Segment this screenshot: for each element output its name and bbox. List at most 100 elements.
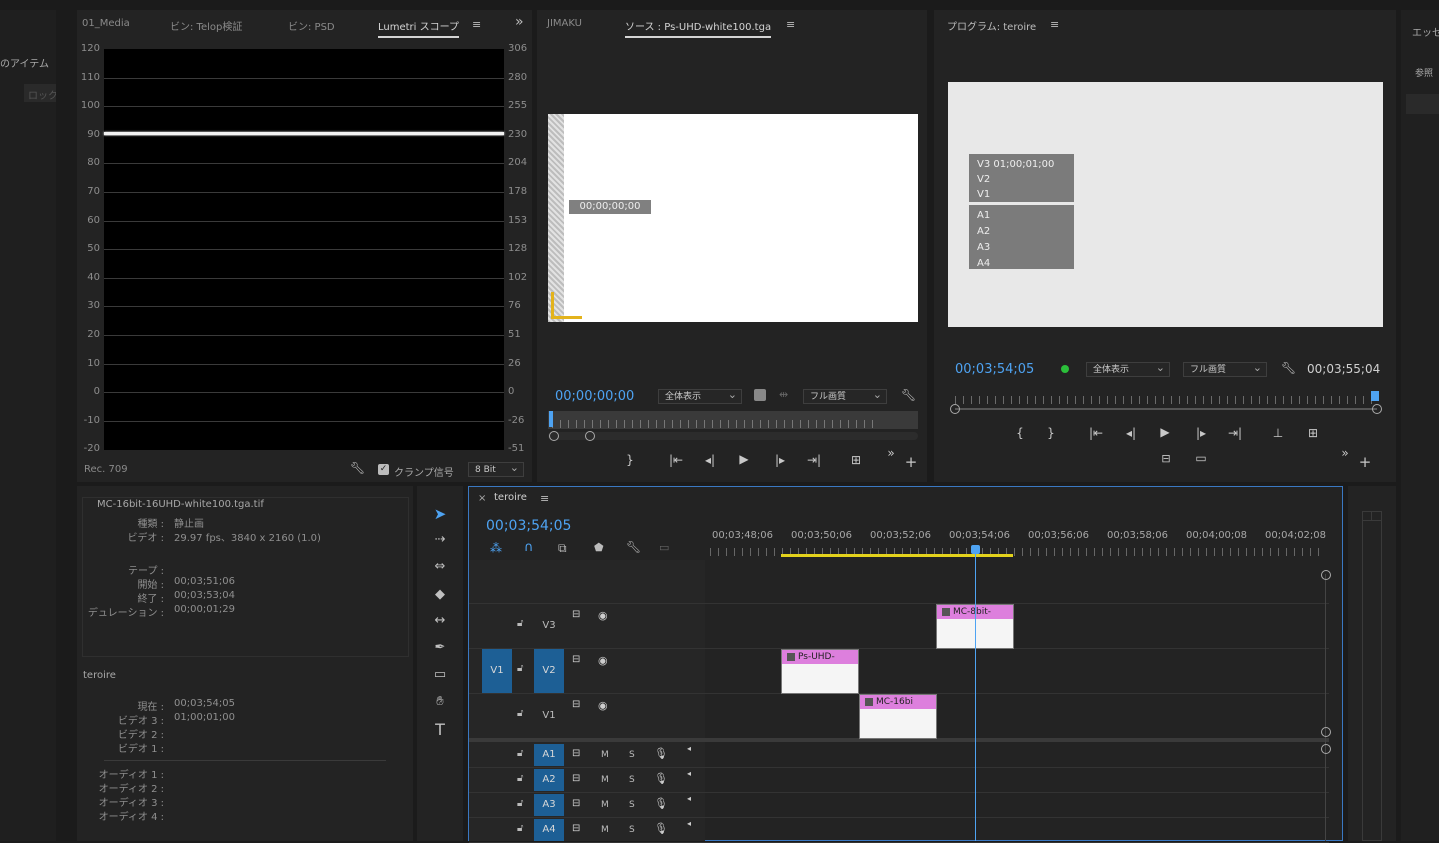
solo-button[interactable]: S [629,775,635,785]
vertical-scrollbar[interactable] [1325,574,1326,841]
add-marker-icon[interactable]: ⬟ [594,541,604,554]
mark-out-icon[interactable]: } [621,453,639,467]
goto-in-icon[interactable]: |⇤ [667,453,685,467]
program-menu-icon[interactable]: ≡ [1050,18,1059,31]
hand-tool-icon[interactable]: ✋︎ [430,694,450,709]
timeline-timecode[interactable]: 00;03;54;05 [486,518,571,534]
source-zoom-bar[interactable] [548,432,918,440]
track-target-v1[interactable]: V1 [534,694,564,738]
sync-lock-icon[interactable]: ⊟ [572,699,580,710]
timeline-close-icon[interactable]: × [478,493,486,504]
track-expand-icon[interactable]: ◂ [687,794,691,803]
track-target-a3[interactable]: A3 [534,794,564,816]
tab-01-media[interactable]: 01_Media [82,18,130,29]
eye-icon[interactable]: ◉ [598,699,608,712]
solo-button[interactable]: S [629,825,635,835]
pen-tool-icon[interactable]: ✒ [430,640,450,655]
track-target-v3[interactable]: V3 [534,604,564,648]
program-goto-out-icon[interactable]: ⇥| [1226,426,1244,440]
clip-mc-16bit[interactable]: MC-16bi [859,694,937,739]
program-zoom-bar[interactable] [955,408,1377,410]
nest-icon[interactable]: ⁂ [490,541,502,555]
program-step-back-icon[interactable]: ◂| [1122,426,1140,440]
slip-tool-icon[interactable]: ↔ [430,613,450,628]
play-icon[interactable]: ▶ [735,452,753,466]
source-zoom-dropdown[interactable]: 全体表示 [658,387,742,404]
sync-lock-icon[interactable]: ⊟ [572,798,580,809]
bit-depth-dropdown[interactable]: 8 Bit [468,460,524,477]
insert-icon[interactable] [754,389,766,401]
program-mark-in-icon[interactable]: { [1011,426,1029,440]
microphone-icon[interactable]: 🎙︎ [654,772,668,785]
tab-bin-telop[interactable]: ビン: Telop検証 [170,18,242,33]
captions-icon[interactable]: ▭ [659,541,669,554]
source-quality-dropdown[interactable]: フル画質 [803,387,887,404]
tab-bin-psd[interactable]: ビン: PSD [288,18,335,33]
sync-lock-icon[interactable]: ⊟ [572,823,580,834]
snap-icon[interactable]: ∩ [524,540,534,555]
scopes-menu-icon[interactable]: ≡ [472,18,481,31]
source-more-icon[interactable]: » [882,446,900,460]
tab-program[interactable]: プログラム: teroire [947,18,1036,33]
lock-icon[interactable]: 🔓︎ [517,823,523,834]
export-frame-icon[interactable]: ⊞ [847,453,865,467]
track-target-a4[interactable]: A4 [534,819,564,841]
timeline-tab[interactable]: teroire [494,492,527,503]
source-add-button[interactable]: + [902,453,920,471]
program-add-button[interactable]: + [1356,453,1374,471]
track-target-a1[interactable]: A1 [534,744,564,766]
track-target-a2[interactable]: A2 [534,769,564,791]
sync-lock-icon[interactable]: ⊟ [572,773,580,784]
program-zoom-handle-left[interactable] [950,404,960,414]
mute-button[interactable]: M [601,825,609,835]
lock-icon[interactable]: 🔓︎ [517,773,523,784]
track-expand-icon[interactable]: ◂ [687,744,691,753]
program-goto-in-icon[interactable]: |⇤ [1087,426,1105,440]
program-wrench-icon[interactable]: 🔧︎ [1281,361,1296,375]
solo-button[interactable]: S [629,750,635,760]
lock-icon[interactable]: 🔓︎ [517,618,523,629]
mute-button[interactable]: M [601,750,609,760]
program-quality-dropdown[interactable]: フル画質 [1183,360,1267,377]
tab-jimaku[interactable]: JIMAKU [547,18,582,29]
scroll-handle-mid[interactable] [1321,727,1331,737]
source-wrench-icon[interactable]: 🔧︎ [901,388,916,402]
overflow-icon[interactable]: » [515,14,524,30]
mute-button[interactable]: M [601,775,609,785]
lift-icon[interactable]: ⊥ [1269,426,1287,440]
source-patch-v1[interactable]: V1 [482,649,512,693]
trim-icon[interactable]: ⇹ [779,388,788,401]
program-play-icon[interactable]: ▶ [1156,425,1174,439]
track-expand-icon[interactable]: ◂ [687,819,691,828]
program-playhead[interactable] [1371,391,1379,401]
scroll-handle-audio[interactable] [1321,744,1331,754]
selection-tool-icon[interactable]: ➤ [430,505,450,523]
track-target-v2[interactable]: V2 [534,649,564,693]
timeline-playhead[interactable] [971,545,980,554]
browse-label[interactable]: 参照 [1415,66,1433,79]
mute-button[interactable]: M [601,800,609,810]
eye-icon[interactable]: ◉ [598,609,608,622]
track-expand-icon[interactable]: ◂ [687,769,691,778]
program-zoom-dropdown[interactable]: 全体表示 [1086,360,1170,377]
ripple-edit-tool-icon[interactable]: ⇔ [430,559,450,574]
tab-lumetri-scopes[interactable]: Lumetri スコープ [378,18,460,38]
lock-icon[interactable]: 🔓︎ [517,748,523,759]
timeline-menu-icon[interactable]: ≡ [540,492,549,505]
work-area-bar[interactable] [781,554,1013,557]
sync-lock-icon[interactable]: ⊟ [572,609,580,620]
program-mark-out-icon[interactable]: } [1042,426,1060,440]
source-playhead[interactable] [549,411,553,427]
goto-out-icon[interactable]: ⇥| [805,453,823,467]
microphone-icon[interactable]: 🎙︎ [654,797,668,810]
lock-icon[interactable]: 🔓︎ [517,663,523,674]
essentials-field[interactable] [1406,94,1439,114]
essentials-label[interactable]: エッセ [1412,24,1439,39]
track-select-tool-icon[interactable]: ⇢ [430,532,450,547]
lock-icon[interactable]: 🔓︎ [517,708,523,719]
clip-ps-uhd[interactable]: Ps-UHD- [781,649,859,694]
source-zoom-handle-right[interactable] [585,431,595,441]
scroll-handle-top[interactable] [1321,570,1331,580]
solo-button[interactable]: S [629,800,635,810]
program-timecode[interactable]: 00;03;54;05 [955,362,1034,377]
